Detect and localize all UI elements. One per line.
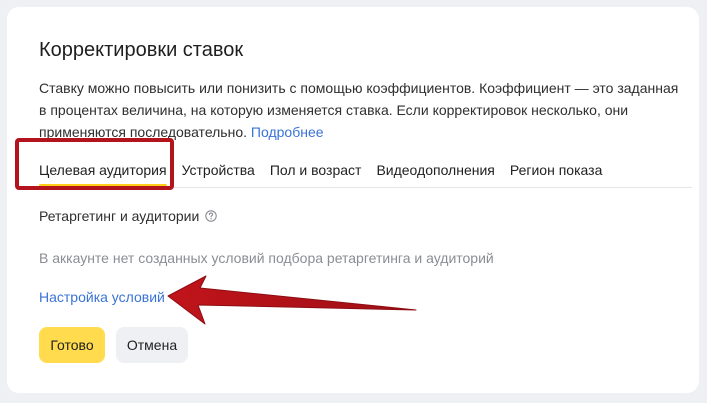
cancel-button[interactable]: Отмена xyxy=(116,327,188,363)
empty-state-text: В аккаунте нет созданных условий подбора… xyxy=(39,250,494,266)
annotation-highlight-box xyxy=(15,138,174,190)
done-button[interactable]: Готово xyxy=(39,327,105,363)
tab-region[interactable]: Регион показа xyxy=(510,160,602,180)
bid-adjustments-panel: Корректировки ставок Ставку можно повыси… xyxy=(7,7,699,393)
page-title: Корректировки ставок xyxy=(39,39,244,61)
more-link[interactable]: Подробнее xyxy=(251,124,324,140)
question-circle-icon[interactable] xyxy=(205,210,218,222)
tab-video-extensions[interactable]: Видеодополнения xyxy=(376,160,494,180)
description-text: Ставку можно повысить или понизить с пом… xyxy=(39,77,679,143)
description-body: Ставку можно повысить или понизить с пом… xyxy=(39,80,679,140)
setup-conditions-link[interactable]: Настройка условий xyxy=(39,289,165,305)
retargeting-section-label: Ретаргетинг и аудитории xyxy=(39,208,218,224)
section-label-text: Ретаргетинг и аудитории xyxy=(39,208,200,224)
tab-devices[interactable]: Устройства xyxy=(182,160,255,180)
tab-gender-age[interactable]: Пол и возраст xyxy=(270,160,362,180)
